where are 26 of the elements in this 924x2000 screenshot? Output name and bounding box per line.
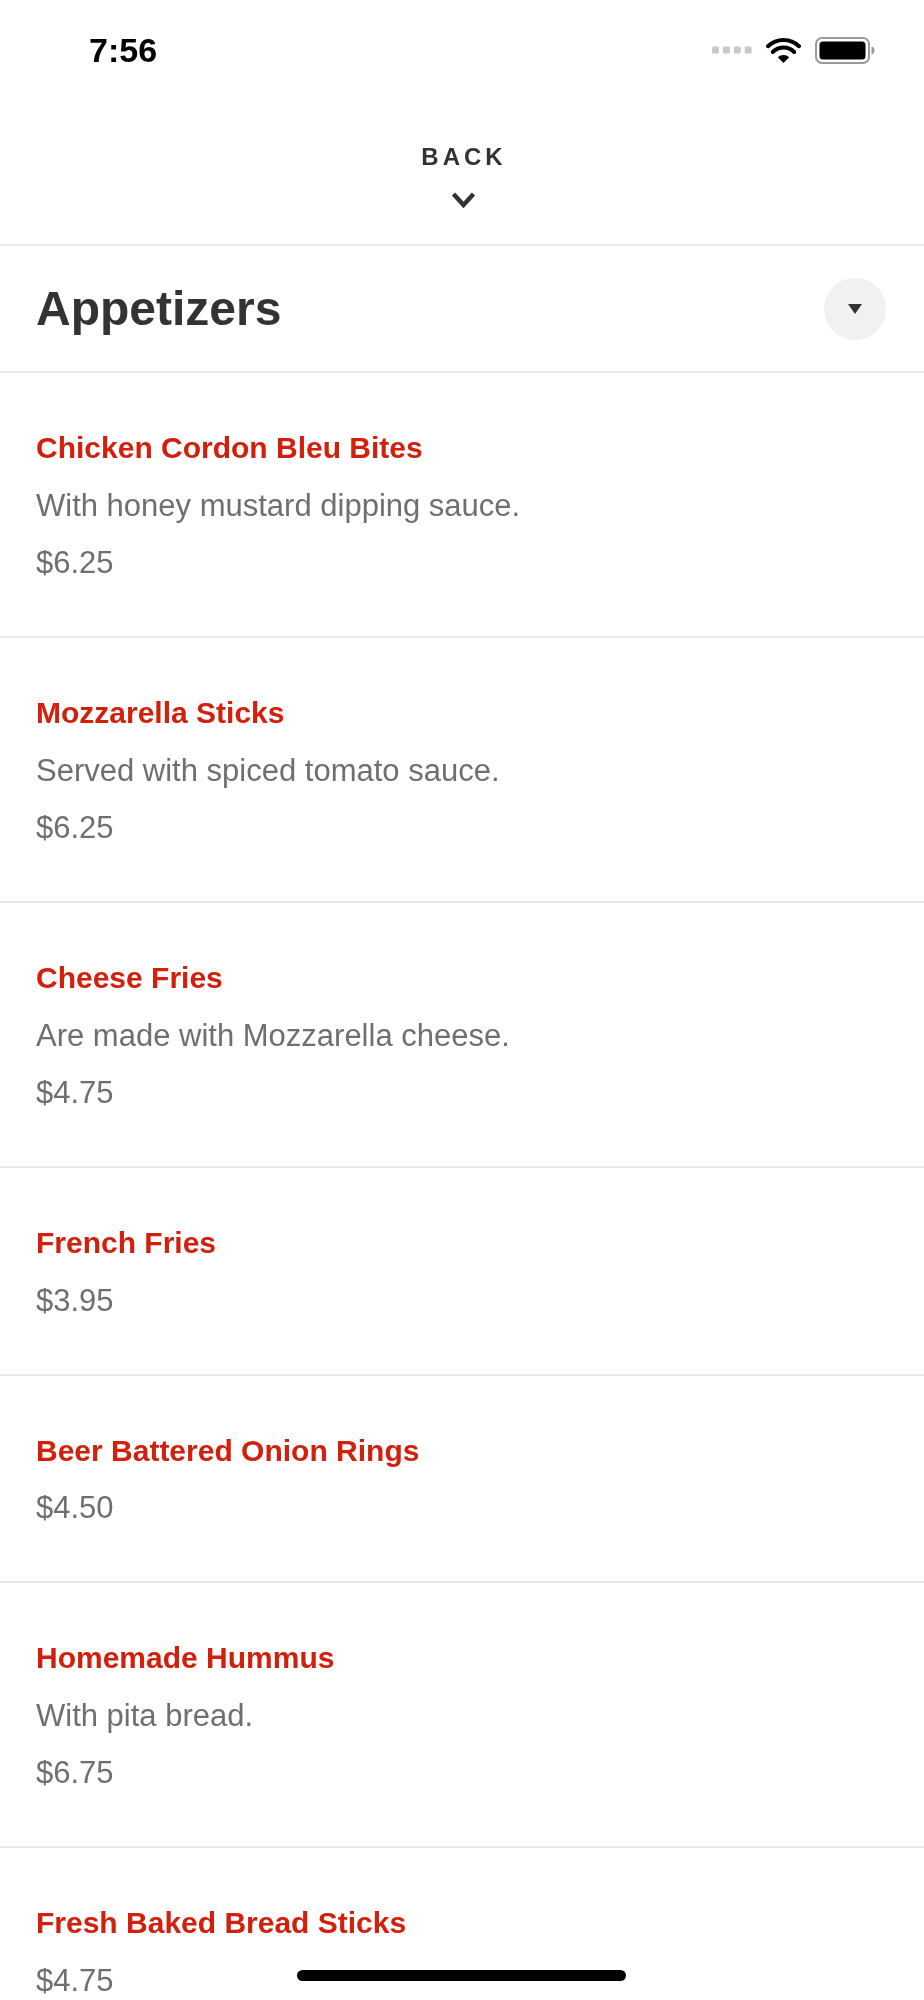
menu-item-price: $6.75	[36, 1754, 114, 1792]
menu-item-description: With honey mustard dipping sauce.	[36, 486, 521, 525]
status-time: 7:56	[89, 30, 158, 70]
menu-item-name[interactable]: Cheese Fries	[36, 959, 223, 997]
menu-item-price: $6.25	[36, 809, 114, 847]
menu-item-description: Are made with Mozzarella cheese.	[36, 1016, 510, 1055]
battery-icon	[815, 36, 875, 64]
section-title: Appetizers	[36, 280, 282, 337]
menu-item-description: With pita bread.	[36, 1696, 254, 1735]
signal-dots-icon	[712, 46, 752, 54]
menu-item-name[interactable]: French Fries	[36, 1224, 217, 1262]
wifi-icon	[766, 36, 801, 64]
chevron-down-icon	[451, 191, 477, 209]
menu-item-name[interactable]: Chicken Cordon Bleu Bites	[36, 429, 423, 467]
menu-item-name[interactable]: Mozzarella Sticks	[36, 694, 285, 732]
menu-item-description: Served with spiced tomato sauce.	[36, 751, 500, 790]
menu-item-price: $6.25	[36, 544, 114, 582]
menu-item-price: $4.75	[36, 1961, 114, 2000]
menu-item-price: $3.95	[36, 1281, 114, 1320]
menu-item-name[interactable]: Fresh Baked Bread Sticks	[36, 1904, 407, 1942]
triangle-down-icon	[848, 303, 862, 314]
menu-item-name[interactable]: Beer Battered Onion Rings	[36, 1431, 420, 1470]
menu-item-price: $4.50	[36, 1489, 114, 1527]
menu-item-name[interactable]: Homemade Hummus	[36, 1639, 335, 1677]
back-button[interactable]: BACK	[417, 143, 507, 209]
menu-item-price: $4.75	[36, 1074, 114, 1112]
